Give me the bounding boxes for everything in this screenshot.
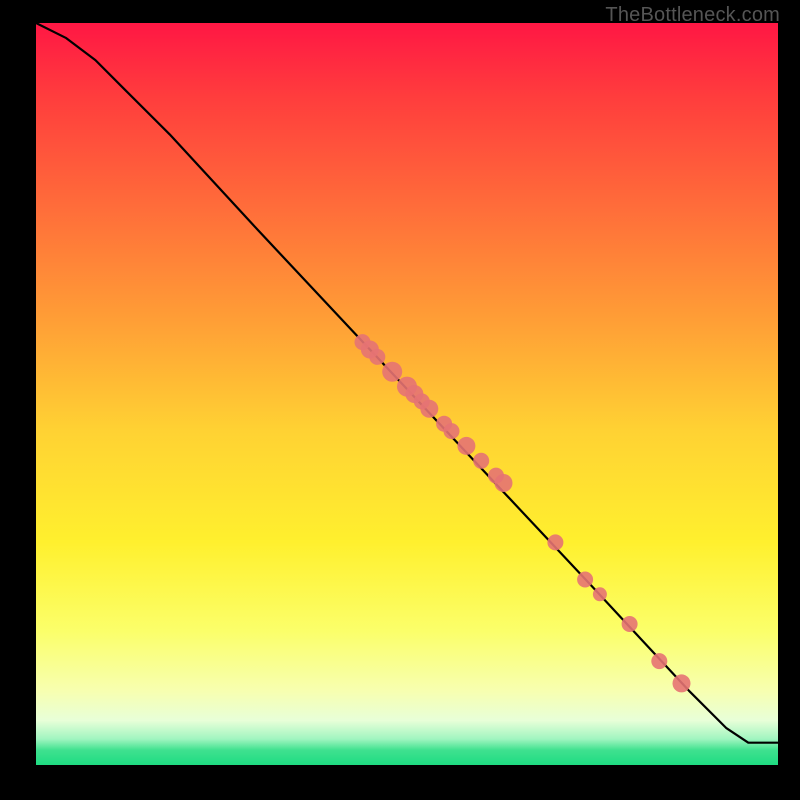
data-point — [369, 349, 385, 365]
chart-container: TheBottleneck.com — [0, 0, 800, 800]
data-point — [444, 423, 460, 439]
watermark-text: TheBottleneck.com — [605, 4, 780, 27]
data-point — [547, 534, 563, 550]
data-point — [457, 437, 475, 455]
data-point — [622, 616, 638, 632]
data-point — [473, 453, 489, 469]
data-point — [420, 400, 438, 418]
chart-overlay — [36, 23, 778, 765]
data-point — [673, 674, 691, 692]
data-point — [651, 653, 667, 669]
data-point — [495, 474, 513, 492]
data-point — [577, 572, 593, 588]
data-point — [382, 362, 402, 382]
data-point — [593, 587, 607, 601]
